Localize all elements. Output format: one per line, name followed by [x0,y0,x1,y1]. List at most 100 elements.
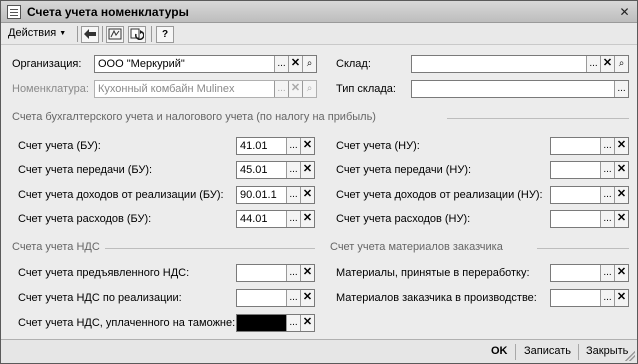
nu-income-field[interactable]: ... ✕ [550,186,629,204]
close-window-button[interactable]: ✕ [617,5,632,19]
warehouse-field[interactable]: ... ✕ ⌕ [411,55,629,73]
bu-expense-field[interactable]: 44.01 ... ✕ [236,210,315,228]
bu-account-value[interactable]: 41.01 [237,138,286,154]
clear-icon: ✕ [288,81,302,97]
vat-sales-field[interactable]: ... ✕ [236,289,315,307]
vat-customs-value[interactable] [237,315,286,331]
clear-icon[interactable]: ✕ [614,265,628,281]
vat-customs-field[interactable]: ... ✕ [236,314,315,332]
document-icon [7,5,21,19]
materials-processing-value[interactable] [551,265,600,281]
nomenclature-value: Кухонный комбайн Mulinex [98,83,235,95]
nu-expense-field[interactable]: ... ✕ [550,210,629,228]
clear-icon[interactable]: ✕ [614,138,628,154]
nu-account-field[interactable]: ... ✕ [550,137,629,155]
resize-grip-icon[interactable] [625,351,635,361]
section-divider [447,118,629,119]
materials-production-field[interactable]: ... ✕ [550,289,629,307]
dialog-window: Счета учета номенклатуры ✕ Действия ▼ ? О… [0,0,638,364]
bu-income-value[interactable]: 90.01.1 [237,187,286,203]
select-button[interactable]: ... [286,187,300,203]
warehouse-type-field[interactable]: ... [411,80,629,98]
clear-icon[interactable]: ✕ [300,211,314,227]
clear-icon[interactable]: ✕ [300,187,314,203]
close-button[interactable]: Закрыть [586,345,628,357]
vat-sales-value[interactable] [237,290,286,306]
clear-icon[interactable]: ✕ [614,211,628,227]
footer-bar: OK Записать Закрыть [1,339,637,363]
materials-processing-field[interactable]: ... ✕ [550,264,629,282]
select-button[interactable]: ... [286,290,300,306]
open-icon[interactable]: ⌕ [614,56,628,72]
vat-presented-value[interactable] [237,265,286,281]
nu-account-value[interactable] [551,138,600,154]
ok-button[interactable]: OK [491,345,508,357]
nu-transfer-field[interactable]: ... ✕ [550,161,629,179]
select-button[interactable]: ... [600,187,614,203]
warehouse-type-value[interactable] [412,81,614,97]
actions-menu-button[interactable]: Действия ▼ [6,26,68,42]
materials-production-label: Материалов заказчика в производстве: [336,292,537,304]
clear-icon[interactable]: ✕ [600,56,614,72]
select-button[interactable]: ... [600,265,614,281]
footer-separator [578,344,579,360]
bu-transfer-field[interactable]: 45.01 ... ✕ [236,161,315,179]
nu-transfer-value[interactable] [551,162,600,178]
toolbar-separator [102,26,103,42]
clear-icon[interactable]: ✕ [300,290,314,306]
select-button[interactable]: ... [586,56,600,72]
clear-icon[interactable]: ✕ [300,138,314,154]
bu-transfer-label: Счет учета передачи (БУ): [18,164,153,176]
toolbar-separator [151,26,152,42]
vat-presented-field[interactable]: ... ✕ [236,264,315,282]
warehouse-value[interactable] [412,56,586,72]
select-button[interactable]: ... [286,138,300,154]
section-accounting-title: Счета бухгалтерского учета и налогового … [12,111,376,123]
clear-icon[interactable]: ✕ [614,162,628,178]
org-value[interactable]: ООО "Меркурий" [95,56,274,72]
open-icon[interactable]: ⌕ [302,56,316,72]
select-button[interactable]: ... [286,315,300,331]
open-icon: ⌕ [302,81,316,97]
vat-customs-label: Счет учета НДС, уплаченного на таможне: [18,317,236,329]
refresh-icon[interactable] [128,26,146,43]
clear-icon[interactable]: ✕ [288,56,302,72]
materials-production-value[interactable] [551,290,600,306]
bu-account-field[interactable]: 41.01 ... ✕ [236,137,315,155]
back-arrow-icon[interactable] [81,26,99,43]
save-button[interactable]: Записать [524,345,571,357]
select-button[interactable]: ... [600,211,614,227]
select-button[interactable]: ... [614,81,628,97]
section-materials-title: Счет учета материалов заказчика [330,241,503,253]
formula-icon[interactable] [106,26,124,43]
bu-income-label: Счет учета доходов от реализации (БУ): [18,189,224,201]
bu-income-field[interactable]: 90.01.1 ... ✕ [236,186,315,204]
select-button[interactable]: ... [286,265,300,281]
help-button[interactable]: ? [156,26,174,43]
clear-icon[interactable]: ✕ [300,315,314,331]
bu-expense-value[interactable]: 44.01 [237,211,286,227]
nu-income-label: Счет учета доходов от реализации (НУ): [336,189,543,201]
select-button[interactable]: ... [286,162,300,178]
footer-separator [515,344,516,360]
clear-icon[interactable]: ✕ [614,290,628,306]
clear-icon[interactable]: ✕ [300,265,314,281]
nomenclature-field: Кухонный комбайн Mulinex ... ✕ ⌕ [94,80,317,98]
actions-label: Действия [8,27,57,39]
select-button[interactable]: ... [274,56,288,72]
select-button[interactable]: ... [286,211,300,227]
select-button[interactable]: ... [600,138,614,154]
select-button: ... [274,81,288,97]
nu-income-value[interactable] [551,187,600,203]
select-button[interactable]: ... [600,290,614,306]
org-field[interactable]: ООО "Меркурий" ... ✕ ⌕ [94,55,317,73]
warehouse-label: Склад: [336,58,371,70]
clear-icon[interactable]: ✕ [614,187,628,203]
bu-account-label: Счет учета (БУ): [18,140,101,152]
clear-icon[interactable]: ✕ [300,162,314,178]
nomenclature-label: Номенклатура: [12,83,89,95]
section-vat-title: Счета учета НДС [12,241,100,253]
bu-transfer-value[interactable]: 45.01 [237,162,286,178]
select-button[interactable]: ... [600,162,614,178]
nu-expense-value[interactable] [551,211,600,227]
